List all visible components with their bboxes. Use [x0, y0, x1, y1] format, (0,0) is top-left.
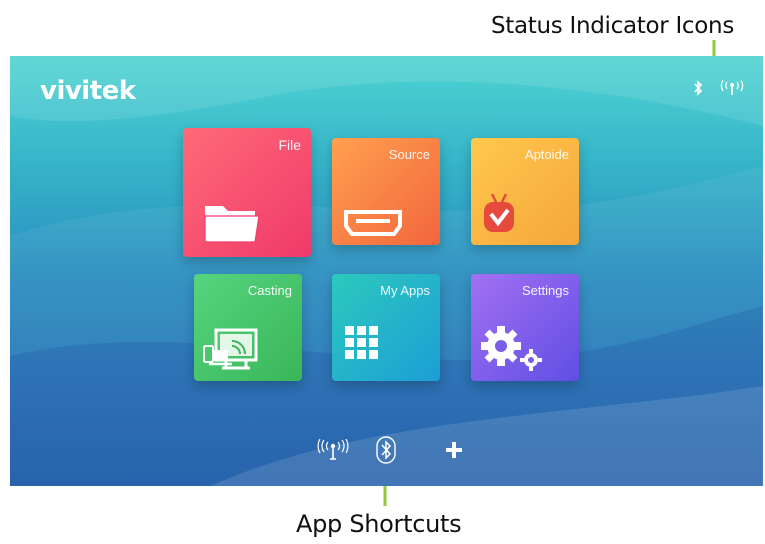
tile-casting[interactable]: Casting	[194, 274, 302, 381]
bluetooth-icon	[692, 80, 704, 99]
status-indicator-callout: Status Indicator Icons	[491, 13, 735, 39]
vivitek-logo: vivitek	[40, 76, 136, 106]
wifi-icon[interactable]	[316, 438, 350, 466]
aptoide-icon	[481, 192, 517, 239]
folder-icon	[203, 198, 261, 249]
wifi-broadcast-icon	[718, 79, 746, 99]
tile-settings[interactable]: Settings	[471, 274, 579, 381]
hdmi-port-icon	[344, 210, 402, 241]
app-shortcuts-callout: App Shortcuts	[296, 510, 462, 538]
tile-aptoide[interactable]: Aptoide	[471, 138, 579, 245]
app-grid-icon	[345, 326, 379, 365]
bluetooth-icon[interactable]	[376, 436, 396, 469]
background-waves	[10, 56, 763, 486]
tile-my-apps[interactable]: My Apps	[332, 274, 440, 381]
tile-source-label: Source	[388, 147, 430, 162]
tile-file[interactable]: File	[183, 128, 311, 257]
launcher-screen: vivitek File Source Aptoide Casting My A…	[10, 56, 763, 486]
tile-my-apps-label: My Apps	[380, 283, 430, 298]
tile-file-label: File	[278, 137, 301, 153]
tile-aptoide-label: Aptoide	[524, 147, 569, 162]
add-icon[interactable]	[445, 441, 463, 464]
tile-casting-label: Casting	[247, 283, 292, 298]
gears-icon	[481, 324, 551, 377]
screen-cast-icon	[202, 324, 260, 377]
tile-source[interactable]: Source	[332, 138, 440, 245]
tile-settings-label: Settings	[522, 283, 569, 298]
